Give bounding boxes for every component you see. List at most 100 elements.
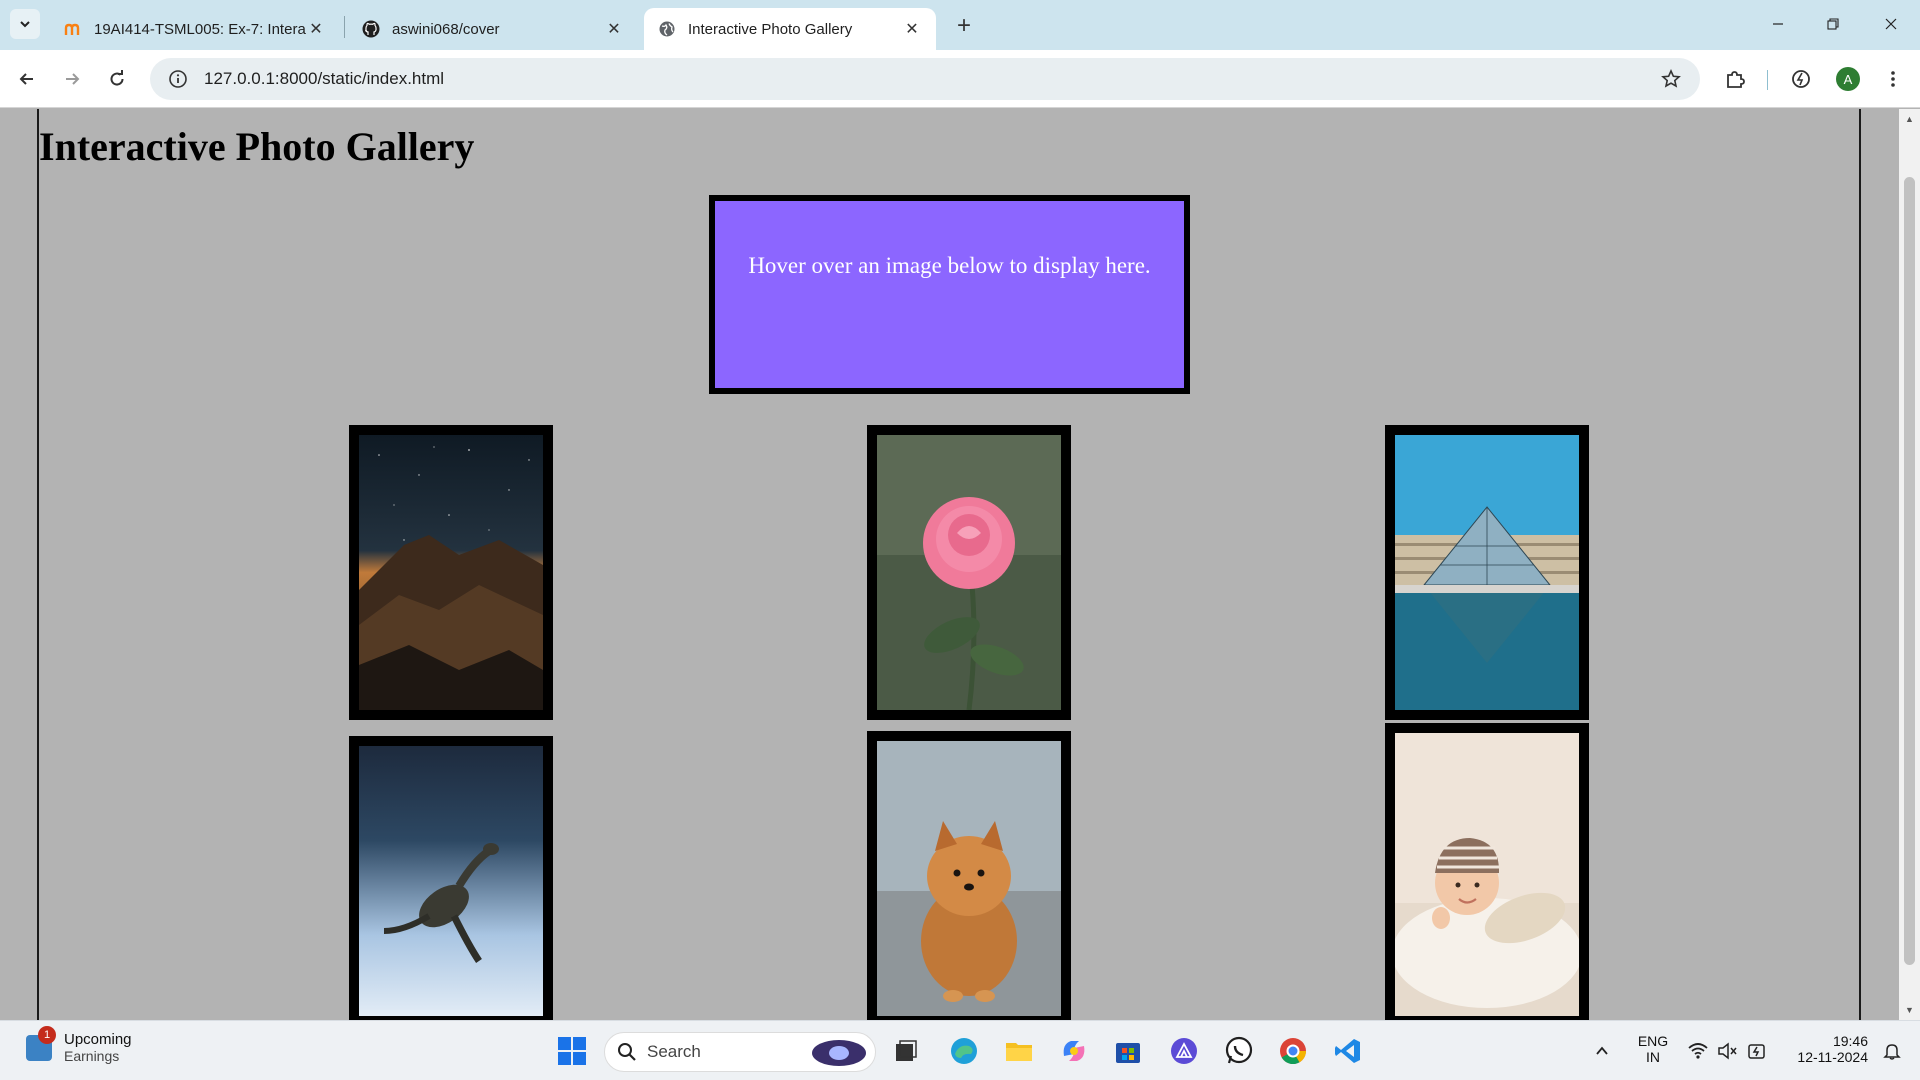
tab-github[interactable]: aswini068/cover ✕ [348,8,638,50]
windows-logo-icon [558,1037,586,1065]
performance-button[interactable] [1784,62,1818,96]
task-view-button[interactable] [888,1033,924,1069]
photo-louvre-pyramid[interactable] [1385,425,1589,720]
photo-baby-in-knit-hat[interactable] [1385,723,1589,1020]
photo-mountain-night-sky[interactable] [349,425,553,720]
show-hidden-icons-button[interactable] [1584,1033,1620,1069]
display-box-text: Hover over an image below to display her… [748,253,1151,278]
minimize-button[interactable] [1758,8,1798,40]
page-scrollbar[interactable]: ▲ ▼ [1899,109,1920,1020]
url-text: 127.0.0.1:8000/static/index.html [204,69,445,88]
restore-icon [1827,18,1839,30]
widget-subtitle: Earnings [64,1048,120,1064]
language-indicator[interactable]: ENG IN [1628,1033,1678,1065]
stocks-icon: 1 [26,1025,56,1061]
close-icon[interactable]: ✕ [604,19,624,39]
clock[interactable]: 19:46 12-11-2024 [1778,1033,1868,1065]
browser-menu-button[interactable] [1876,62,1910,96]
copilot-icon [1063,1041,1085,1061]
tab-moodle[interactable]: 19AI414-TSML005: Ex-7: Interac ✕ [50,8,340,50]
image-display-box: Hover over an image below to display her… [709,195,1190,394]
taskbar: 1 Upcoming Earnings Search ENG IN 19:46 … [0,1020,1920,1080]
arrow-left-icon [19,73,33,85]
puppy-image [877,741,1061,1016]
photo-pomeranian-puppy[interactable] [867,731,1071,1020]
extensions-button[interactable] [1718,62,1752,96]
address-bar[interactable]: 127.0.0.1:8000/static/index.html [150,58,1700,100]
clock-date: 12-11-2024 [1797,1049,1868,1065]
scroll-down-icon[interactable]: ▼ [1899,1000,1920,1020]
search-icon [618,1043,636,1061]
plus-icon: + [956,12,971,39]
whatsapp-app[interactable] [1221,1033,1257,1069]
close-window-button[interactable] [1871,8,1911,40]
close-icon[interactable]: ✕ [902,19,922,39]
puzzle-icon [1727,71,1745,88]
edge-icon [951,1038,977,1064]
notification-badge: 1 [38,1025,56,1044]
site-info-icon[interactable] [158,69,198,89]
github-icon [362,20,380,38]
browser-toolbar: 127.0.0.1:8000/static/index.html A [0,50,1920,108]
tab-strip: 19AI414-TSML005: Ex-7: Interac ✕ aswini0… [0,0,1920,50]
reload-icon [110,70,124,86]
arrow-right-icon [66,73,80,85]
scroll-up-icon[interactable]: ▲ [1899,109,1920,129]
toolbar-divider [1767,70,1768,90]
rose-image [877,435,1061,710]
volume-muted-icon [1718,1042,1737,1060]
wifi-icon [1688,1043,1708,1059]
reload-button[interactable] [100,62,134,96]
tab-photo-gallery[interactable]: Interactive Photo Gallery ✕ [644,8,936,50]
chrome-app[interactable] [1275,1033,1311,1069]
store-icon [1116,1043,1140,1063]
page-border [1859,109,1861,1020]
moodle-icon [64,20,82,38]
tab-title: 19AI414-TSML005: Ex-7: Interac [94,20,306,38]
chevron-up-icon [1596,1046,1608,1055]
bell-icon [1883,1044,1901,1060]
tab-title: Interactive Photo Gallery [688,20,853,38]
photo-sea-turtle[interactable] [349,736,553,1020]
scrollbar-thumb[interactable] [1904,177,1915,965]
whatsapp-icon [1225,1036,1253,1064]
notification-center-button[interactable] [1874,1033,1910,1069]
page-border [37,109,39,1020]
tab-title: aswini068/cover [392,20,500,38]
restore-button[interactable] [1813,8,1853,40]
copilot-app[interactable] [1056,1033,1092,1069]
edge-app[interactable] [946,1033,982,1069]
triangle-logo-icon [1171,1038,1197,1064]
file-explorer-app[interactable] [1001,1033,1037,1069]
start-button[interactable] [554,1033,590,1069]
more-vertical-icon [1891,71,1895,87]
battery-button[interactable] [1739,1033,1775,1069]
profile-avatar[interactable]: A [1836,67,1860,91]
baby-image [1395,733,1579,1016]
new-tab-button[interactable]: + [950,12,978,40]
tab-search-button[interactable] [10,9,40,39]
language-line2: IN [1646,1049,1660,1065]
close-icon[interactable]: ✕ [306,19,326,39]
page-viewport: Interactive Photo Gallery Hover over an … [0,109,1920,1020]
vscode-app[interactable] [1330,1033,1366,1069]
mountain-image [359,435,543,710]
forward-button[interactable] [55,62,89,96]
microsoft-store-app[interactable] [1110,1033,1146,1069]
chevron-down-icon [20,21,30,28]
photo-pink-rose[interactable] [867,425,1071,720]
close-icon [1885,18,1897,30]
louvre-image [1395,435,1579,710]
language-line1: ENG [1637,1033,1669,1049]
task-view-icon [896,1040,917,1061]
taskbar-search[interactable]: Search [604,1032,876,1072]
widgets-button[interactable]: 1 Upcoming Earnings [26,1025,132,1064]
search-placeholder: Search [647,1042,701,1061]
minimize-icon [1773,23,1783,25]
chrome-icon [1280,1038,1307,1065]
bookmark-star-icon[interactable] [1660,68,1682,90]
tab-divider [344,16,345,38]
vscode-icon [1335,1039,1360,1063]
proton-app[interactable] [1166,1033,1202,1069]
back-button[interactable] [10,62,44,96]
